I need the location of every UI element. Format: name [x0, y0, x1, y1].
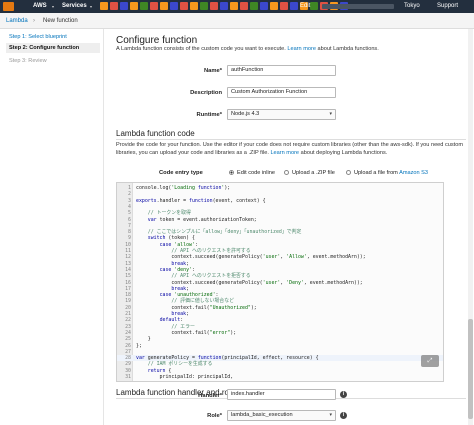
role-select[interactable]: lambda_basic_execution ▾ [227, 410, 336, 421]
step-review: Step 3: Review [9, 58, 47, 64]
service-shortcut-icon[interactable] [240, 2, 248, 10]
radio-label: Upload a .ZIP file [292, 170, 335, 176]
chevron-down-icon: ▾ [52, 4, 55, 9]
intro-tail: about Lambda functions. [317, 46, 379, 52]
radio-label: Edit code inline [237, 170, 275, 176]
breadcrumb: Lambda › New function [0, 13, 474, 29]
learn-more-link[interactable]: Learn more [287, 46, 316, 52]
handler-input[interactable]: index.handler [227, 389, 336, 400]
service-shortcut-icon[interactable] [250, 2, 258, 10]
service-shortcut-icon[interactable] [130, 2, 138, 10]
service-shortcut-icon[interactable] [260, 2, 268, 10]
service-shortcut-icon[interactable] [200, 2, 208, 10]
line-number: 31 [125, 374, 131, 380]
role-value: lambda_basic_execution [231, 412, 293, 418]
radio-selected-icon [229, 170, 234, 175]
info-icon[interactable]: i [340, 412, 347, 419]
runtime-select[interactable]: Node.js 4.3 ▾ [227, 109, 336, 120]
account-menu[interactable] [322, 4, 394, 9]
code-text: principalId: principalId, [136, 374, 234, 380]
role-label: Role* [207, 413, 222, 419]
page-scrollbar[interactable] [468, 29, 473, 425]
section-divider [116, 139, 466, 140]
service-shortcut-icon[interactable] [150, 2, 158, 10]
wizard-steps-sidebar: Step 1: Select blueprint Step 2: Configu… [0, 29, 104, 425]
name-label: Name* [203, 68, 222, 74]
chevron-down-icon: ▾ [329, 412, 332, 418]
service-shortcut-icon[interactable] [280, 2, 288, 10]
code-description-line-2: libraries, you can upload your code and … [116, 150, 269, 156]
deploy-learn-more-link[interactable]: Learn more [270, 150, 299, 156]
breadcrumb-separator: › [33, 18, 35, 24]
services-menu[interactable]: Services [62, 3, 87, 9]
service-shortcut-icon[interactable] [110, 2, 118, 10]
chevron-down-icon: ▾ [90, 4, 93, 9]
intro-text: A Lambda function consists of the custom… [116, 46, 379, 52]
code-description: Provide the code for your function. Use … [116, 141, 466, 157]
code-description-line-1: Provide the code for your function. Use … [116, 142, 463, 148]
top-navigation-bar: AWS ▾ Services ▾ Edit Tokyo Support [0, 0, 474, 13]
aws-menu[interactable]: AWS [33, 3, 47, 9]
service-shortcut-icon[interactable] [190, 2, 198, 10]
code-section-heading: Lambda function code [116, 129, 195, 138]
service-shortcut-icon[interactable] [210, 2, 218, 10]
chevron-down-icon: ▾ [329, 111, 332, 117]
support-menu[interactable]: Support [437, 3, 458, 9]
service-shortcut-icon[interactable] [140, 2, 148, 10]
radio-icon [346, 170, 351, 175]
service-shortcut-icon[interactable] [220, 2, 228, 10]
runtime-label: Runtime* [196, 112, 222, 118]
service-shortcut-icon[interactable] [120, 2, 128, 10]
service-shortcut-icon[interactable] [100, 2, 108, 10]
code-entry-type-label: Code entry type [159, 170, 203, 176]
intro-sentence: A Lambda function consists of the custom… [116, 46, 286, 52]
service-shortcut-icon[interactable] [270, 2, 278, 10]
function-name-input[interactable]: authFunction [227, 65, 336, 76]
radio-edit-inline[interactable]: Edit code inline [229, 170, 275, 176]
step-configure-function: Step 2: Configure function [6, 43, 100, 53]
service-shortcut-icon[interactable] [290, 2, 298, 10]
breadcrumb-lambda-link[interactable]: Lambda [6, 18, 28, 24]
runtime-value: Node.js 4.3 [231, 111, 260, 117]
code-description-tail: about deploying Lambda functions. [300, 150, 388, 156]
radio-upload-s3[interactable]: Upload a file from Amazon S3 [346, 170, 428, 176]
edit-shortcuts-menu[interactable]: Edit [300, 3, 310, 9]
main-content: Configure function A Lambda function con… [114, 29, 470, 425]
code-editor[interactable]: 1 console.log('Loading function'); 2 3 expor… [116, 182, 444, 382]
aws-logo-icon[interactable] [3, 2, 14, 11]
service-shortcut-icon[interactable] [230, 2, 238, 10]
info-icon[interactable]: i [340, 391, 347, 398]
code-line: 31 principalId: principalId, [117, 374, 443, 380]
radio-upload-zip[interactable]: Upload a .ZIP file [284, 170, 335, 176]
radio-icon [284, 170, 289, 175]
fullscreen-icon[interactable]: ⤢ [421, 355, 439, 367]
service-shortcut-icon[interactable] [310, 2, 318, 10]
service-shortcut-icon[interactable] [170, 2, 178, 10]
service-shortcut-icon[interactable] [160, 2, 168, 10]
radio-label: Upload a file from [354, 170, 398, 176]
breadcrumb-current: New function [43, 18, 78, 24]
handler-label: Handler* [198, 393, 222, 399]
region-menu[interactable]: Tokyo [404, 3, 420, 9]
step-select-blueprint[interactable]: Step 1: Select blueprint [6, 32, 100, 42]
page-title: Configure function [116, 35, 198, 46]
service-shortcut-icon[interactable] [180, 2, 188, 10]
description-input[interactable]: Custom Authorization Function [227, 87, 336, 98]
scrollbar-thumb[interactable] [468, 319, 473, 419]
description-label: Description [190, 90, 222, 96]
amazon-s3-link[interactable]: Amazon S3 [399, 170, 428, 176]
